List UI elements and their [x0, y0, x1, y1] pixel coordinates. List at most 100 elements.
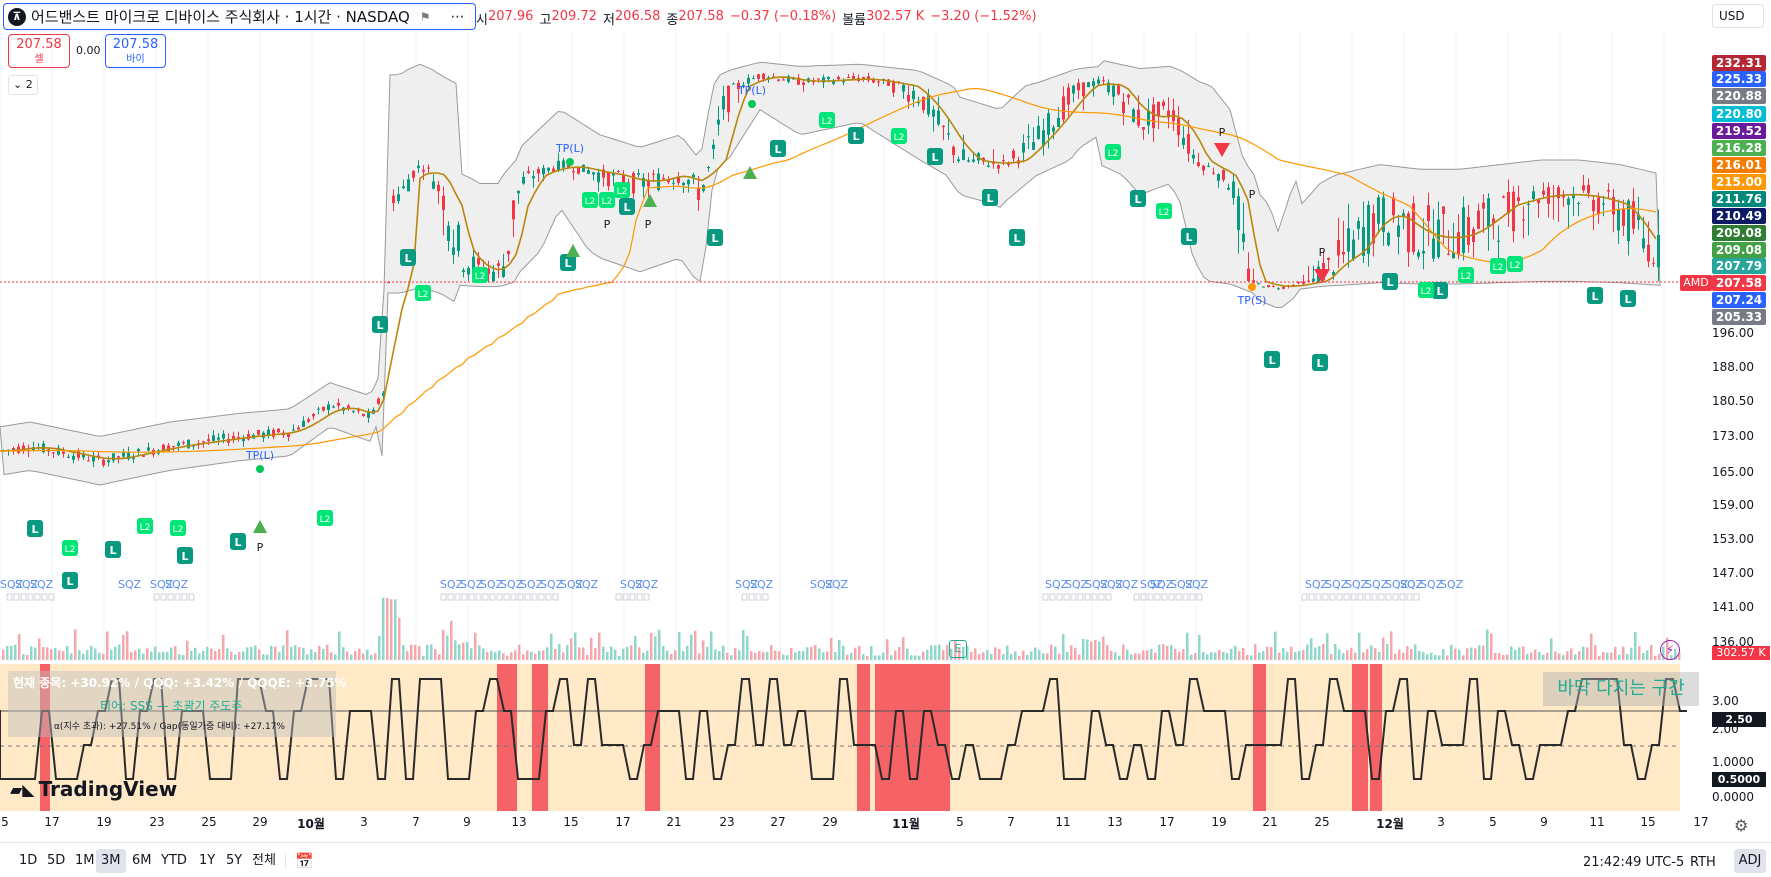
- volume-bar: [818, 648, 821, 660]
- sell-button[interactable]: 207.58 셀: [8, 34, 70, 68]
- l2-marker: L2: [472, 267, 488, 283]
- volume-bar: [122, 635, 125, 660]
- volume-bar: [1194, 653, 1197, 660]
- candle-body: [362, 413, 365, 417]
- volume-bar: [1170, 645, 1173, 660]
- volume-bar: [854, 647, 857, 660]
- volume-bar: [90, 645, 93, 660]
- candle-body: [762, 73, 765, 80]
- range-button-3m[interactable]: 3M: [96, 849, 126, 873]
- volume-bar: [458, 644, 461, 660]
- symbol-title-box[interactable]: ⊼ 어드밴스트 마이크로 디바이스 주식회사 · 1시간 · NASDAQ ⚑ …: [3, 3, 476, 30]
- sqz-box: [1364, 593, 1371, 601]
- long-marker-text: L: [931, 151, 938, 164]
- volume-bar: [306, 654, 309, 660]
- date-axis-tick: 7: [412, 815, 420, 829]
- volume-bar: [110, 649, 113, 660]
- volume-bar: [1462, 655, 1465, 660]
- l2-marker-text: L2: [617, 187, 628, 197]
- sqz-box: [1154, 593, 1161, 601]
- candle-body: [1147, 110, 1150, 126]
- volume-bar: [10, 646, 13, 660]
- volume-bar: [1058, 653, 1061, 660]
- candle-body: [1607, 190, 1610, 192]
- volume-bar: [1570, 648, 1573, 660]
- range-button-6m[interactable]: 6M: [127, 849, 157, 873]
- volume-bar: [514, 650, 517, 660]
- range-button-ytd[interactable]: YTD: [156, 849, 192, 873]
- l2-marker-text: L2: [418, 290, 429, 300]
- candle-body: [697, 188, 700, 201]
- price-axis-tick: 165.00: [1712, 465, 1754, 479]
- volume-bar: [1146, 650, 1149, 660]
- calendar-icon[interactable]: 📅: [295, 852, 317, 870]
- adjust-toggle[interactable]: ADJ: [1734, 849, 1766, 873]
- long-marker: L: [770, 140, 786, 157]
- volume-bar: [838, 640, 841, 660]
- gear-icon[interactable]: ⚙: [1734, 816, 1748, 835]
- volume-bar: [466, 642, 469, 660]
- volume-bar: [154, 646, 157, 660]
- ohlc-open: 207.96: [487, 9, 534, 24]
- volume-bar: [1302, 650, 1305, 660]
- volume-bar: [1286, 651, 1289, 660]
- earnings-icon[interactable]: E: [949, 640, 967, 658]
- chart-canvas[interactable]: L L L L L L L L L L L L L L L L L L L L L L L L2 L2 L2 L2 L2 L2 L2 L2 L…: [0, 0, 1771, 877]
- session-toggle[interactable]: RTH: [1690, 855, 1716, 870]
- range-button-1d[interactable]: 1D: [14, 849, 42, 873]
- volume-bar: [1366, 649, 1369, 660]
- candle-body: [1642, 238, 1645, 249]
- range-button-5y[interactable]: 5Y: [221, 849, 247, 873]
- osc-axis-1: 1.0000: [1712, 755, 1754, 769]
- volume-bar: [174, 646, 177, 660]
- sqz-label: SQZ: [1185, 578, 1209, 591]
- candle-body: [452, 247, 455, 255]
- volume-bar: [746, 635, 749, 660]
- range-button-전체[interactable]: 전체: [247, 849, 281, 873]
- volume-bar: [450, 620, 453, 660]
- range-button-1y[interactable]: 1Y: [194, 849, 220, 873]
- volume-bar: [1138, 653, 1141, 660]
- candle-body: [987, 165, 990, 167]
- candle-body: [1247, 268, 1250, 281]
- volume-bar: [118, 644, 121, 660]
- currency-selector[interactable]: USD: [1712, 4, 1764, 28]
- long-marker-text: L: [1316, 357, 1323, 370]
- date-axis-tick: 11: [1055, 815, 1071, 829]
- volume-bar: [578, 647, 581, 660]
- candle-body: [1157, 101, 1160, 117]
- l2-marker: L2: [582, 192, 598, 208]
- more-icon[interactable]: ⋯: [451, 9, 466, 25]
- volume-bar: [678, 632, 681, 660]
- candle-body: [52, 452, 55, 454]
- range-button-5d[interactable]: 5D: [42, 849, 70, 873]
- candle-body: [67, 456, 70, 458]
- candle-body: [957, 159, 960, 162]
- p-label: P: [604, 218, 611, 231]
- clock[interactable]: 21:42:49 UTC-5: [1583, 855, 1684, 870]
- volume-bar: [662, 646, 665, 660]
- volume-bar: [442, 629, 445, 660]
- bolt-icon[interactable]: ⚡: [1660, 640, 1680, 660]
- candle-body: [1482, 202, 1485, 209]
- volume-bar: [1514, 649, 1517, 660]
- l2-marker-text: L2: [65, 545, 76, 555]
- candle-body: [1282, 286, 1285, 289]
- candle-body: [397, 194, 400, 202]
- candle-body: [1152, 104, 1155, 129]
- volume-bar: [206, 646, 209, 660]
- candle-body: [1347, 228, 1350, 252]
- volume-bar: [982, 652, 985, 660]
- indicator-toggle-button[interactable]: ⌄ 2: [8, 75, 38, 95]
- volume-bar: [774, 650, 777, 660]
- volume-bar: [910, 655, 913, 660]
- volume-bar: [1254, 644, 1257, 660]
- flag-icon[interactable]: ⚑: [420, 10, 431, 24]
- volume-bar: [994, 647, 997, 660]
- volume-bar: [218, 649, 221, 660]
- volume-bar: [542, 650, 545, 660]
- long-marker: L: [1312, 354, 1328, 371]
- buy-button[interactable]: 207.58 바이: [105, 34, 166, 68]
- candle-body: [172, 446, 175, 448]
- tradingview-logo[interactable]: ▰◣ TradingView: [10, 777, 177, 801]
